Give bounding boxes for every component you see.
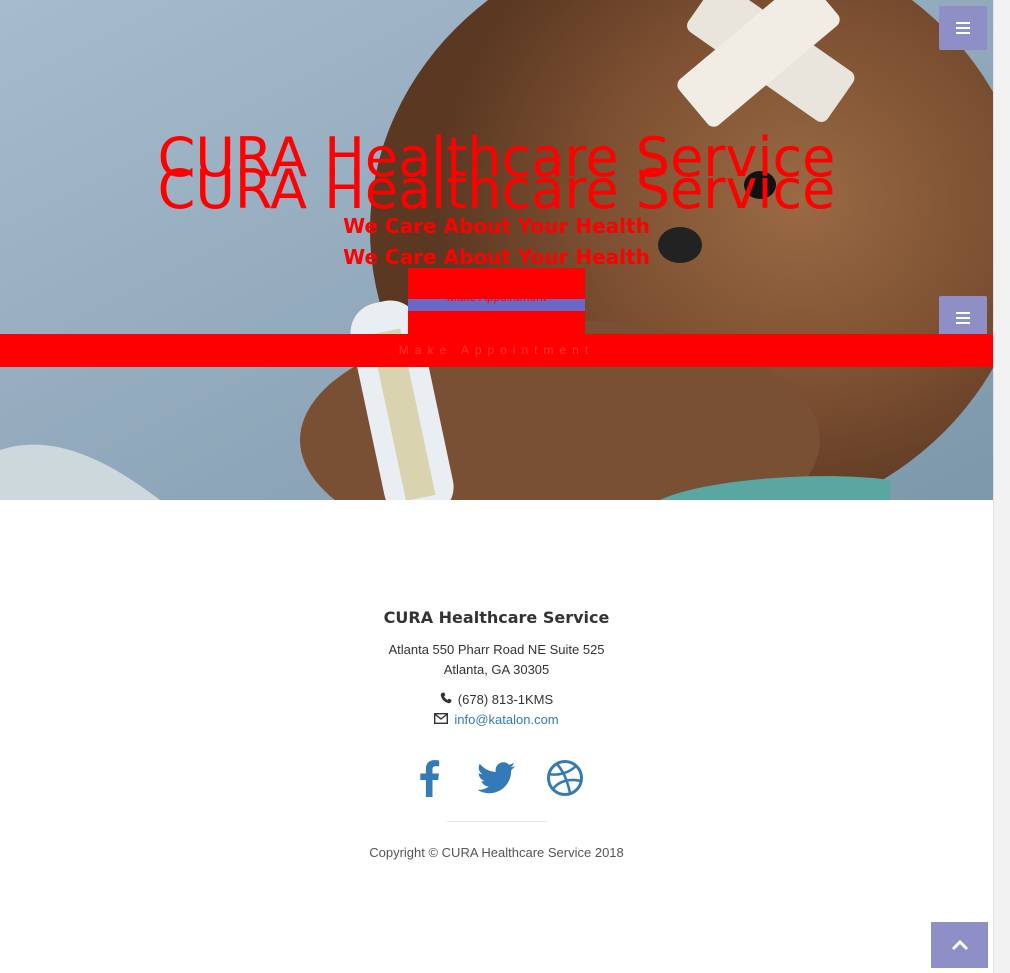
copyright-text: Copyright © CURA Healthcare Service 2018 xyxy=(369,845,624,860)
twitter-icon xyxy=(477,762,515,794)
envelope-icon xyxy=(434,712,449,727)
phone-number: (678) 813-1KMS xyxy=(457,692,554,707)
phone-icon xyxy=(440,692,452,707)
facebook-icon xyxy=(419,760,439,797)
chevron-up-icon xyxy=(951,939,968,951)
phone-line: (678) 813-1KMS xyxy=(0,692,993,707)
scrollbar[interactable] xyxy=(993,0,1010,973)
hero-section: CURA Healthcare Service CURA Healthcare … xyxy=(0,0,993,500)
email-line: info@katalon.com xyxy=(0,712,993,727)
facebook-link[interactable] xyxy=(410,758,448,798)
page: CURA Healthcare Service CURA Healthcare … xyxy=(0,0,1010,973)
menu-toggle-button[interactable] xyxy=(939,6,987,50)
address-line-2: Atlanta, GA 30305 xyxy=(443,662,550,677)
make-appointment-button[interactable]: Make Appointment xyxy=(408,268,585,334)
overlay-bar: Make Appointment xyxy=(0,334,993,367)
email-link[interactable]: info@katalon.com xyxy=(454,712,558,727)
footer-title: CURA Healthcare Service xyxy=(383,608,610,627)
menu-icon xyxy=(956,312,970,324)
twitter-link[interactable] xyxy=(477,758,516,798)
dribbble-icon xyxy=(546,760,583,796)
overlay-bar-text: Make Appointment xyxy=(398,343,595,357)
menu-icon xyxy=(956,22,970,34)
social-links xyxy=(0,758,993,798)
hero-subtitle-duplicate: We Care About Your Health xyxy=(343,245,650,269)
footer-divider xyxy=(447,821,547,822)
footer: CURA Healthcare Service Atlanta 550 Phar… xyxy=(0,500,993,973)
back-to-top-button[interactable] xyxy=(931,922,988,968)
make-appointment-label: Make Appointment xyxy=(446,290,547,304)
address-line-1: Atlanta 550 Pharr Road NE Suite 525 xyxy=(388,642,605,657)
hero-subtitle: We Care About Your Health xyxy=(343,214,650,238)
dribbble-link[interactable] xyxy=(546,758,584,798)
hero-title-duplicate: CURA Healthcare Service xyxy=(157,158,836,221)
